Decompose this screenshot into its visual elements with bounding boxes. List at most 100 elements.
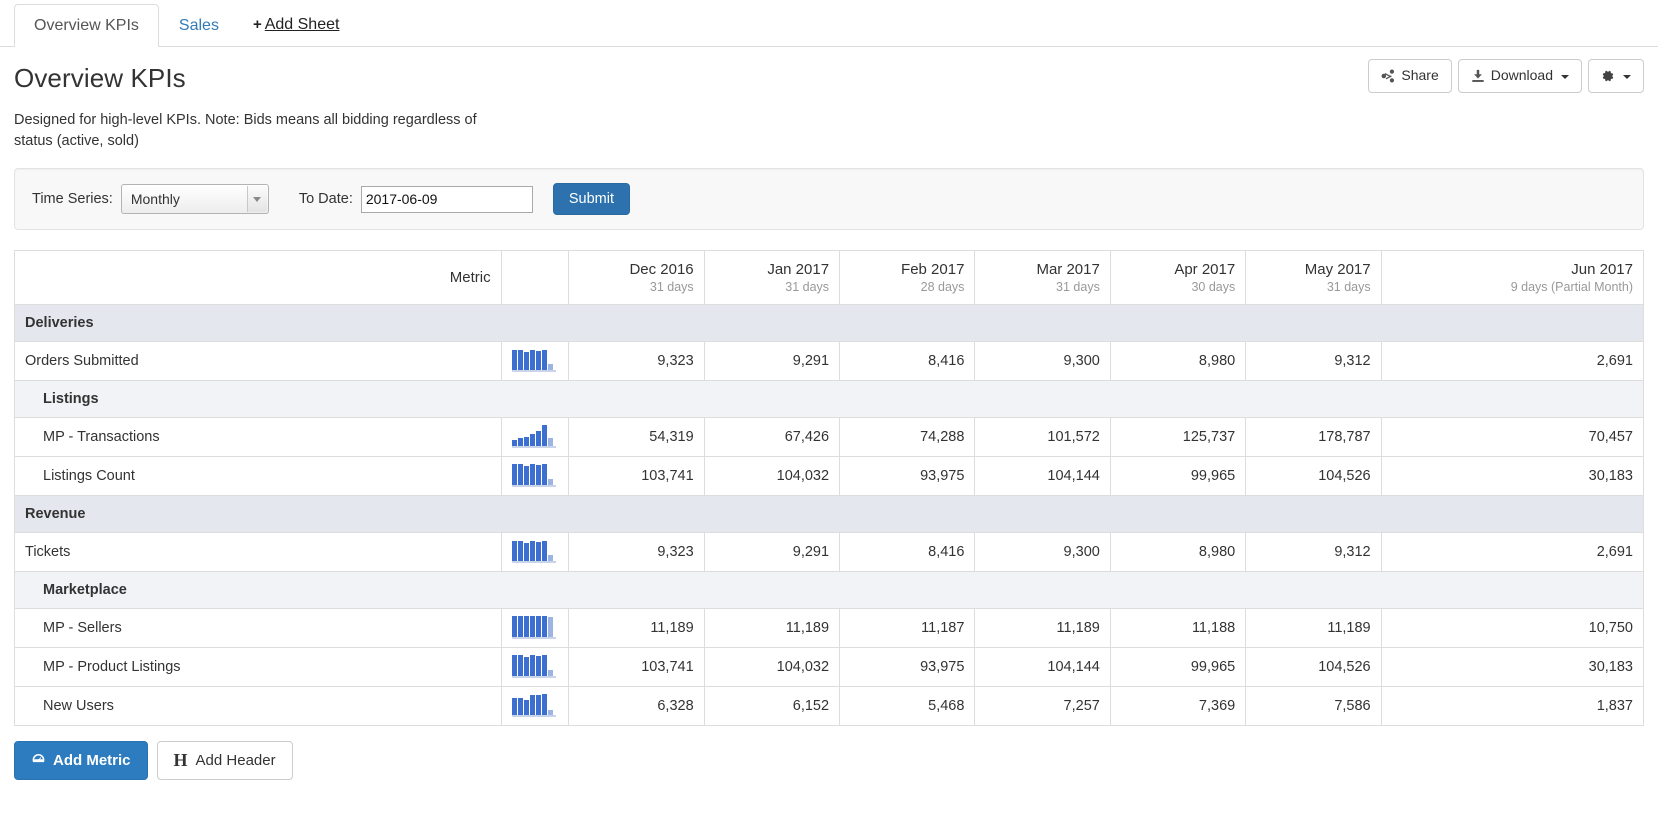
column-header-metric: Metric [14, 250, 502, 306]
sparkline-bar [517, 438, 523, 447]
metric-name: Listings Count [14, 456, 502, 497]
sparkline-bar [511, 698, 517, 716]
heading-icon: H [173, 750, 188, 771]
chevron-down-icon [246, 186, 267, 213]
metric-value: 7,586 [1245, 686, 1382, 727]
metric-name: Tickets [14, 532, 502, 573]
sparkline-bar [523, 657, 529, 677]
add-sheet-button[interactable]: + Add Sheet [239, 5, 350, 46]
column-header-month: Feb 2017 28 days [839, 250, 976, 306]
column-header-month: Dec 2016 31 days [568, 250, 705, 306]
sparkline-bar [547, 670, 553, 677]
submit-button[interactable]: Submit [552, 183, 630, 216]
page-header: Overview KPIs Designed for high-level KP… [14, 47, 1644, 152]
sparkline-bar [541, 655, 547, 677]
metric-value: 8,416 [839, 532, 976, 573]
group-label: Listings [14, 380, 1644, 419]
column-header-month: Jun 2017 9 days (Partial Month) [1380, 250, 1645, 306]
filter-panel: Time Series: Monthly To Date: Submit [14, 168, 1644, 231]
sparkline-bar [517, 541, 523, 562]
metric-value: 8,980 [1109, 341, 1247, 382]
metric-value: 101,572 [974, 417, 1111, 458]
sparkline-bar [511, 350, 517, 371]
metric-name: MP - Transactions [14, 417, 502, 458]
month-days: 31 days [649, 280, 694, 295]
sparkline-bar [535, 465, 541, 486]
table-group-row: Deliveries [14, 304, 1644, 343]
add-sheet-label: Add Sheet [264, 16, 340, 33]
table-row[interactable]: New Users 6,328 6,152 5,468 7,257 7,369 7,586 1… [14, 686, 1645, 727]
sparkline-bar [535, 695, 541, 716]
metric-value: 7,257 [974, 686, 1111, 727]
group-label: Deliveries [14, 304, 1644, 343]
sparkline-bar [529, 655, 535, 677]
metric-value: 99,965 [1109, 456, 1247, 497]
table-row[interactable]: Orders Submitted 9,323 9,291 8,416 9,300 8,98… [14, 341, 1645, 382]
metric-value: 9,323 [568, 532, 705, 573]
metric-value: 2,691 [1380, 532, 1645, 573]
page-description: Designed for high-level KPIs. Note: Bids… [14, 112, 477, 150]
sparkline-bar [523, 700, 529, 716]
sparkline-bar [529, 350, 535, 371]
add-header-button[interactable]: H Add Header [156, 741, 293, 781]
sparkline-bar [517, 616, 523, 638]
footer-actions: Add Metric H Add Header [14, 741, 1644, 794]
tab-sales[interactable]: Sales [159, 4, 239, 47]
metric-header-label: Metric [449, 269, 491, 287]
sparkline-bar [517, 698, 523, 716]
metric-value: 8,416 [839, 341, 976, 382]
sparkline-chart [500, 341, 570, 382]
month-days: 31 days [1056, 280, 1100, 295]
sparkline-bar [547, 555, 553, 562]
sparkline-bar [523, 543, 529, 562]
table-row[interactable]: MP - Sellers 11,189 11,189 11,187 11,189 11,1… [14, 608, 1645, 649]
month-name: Apr 2017 [1174, 261, 1236, 279]
table-group-row: Revenue [14, 495, 1644, 534]
header-actions: Share Download [1368, 59, 1644, 93]
metric-value: 8,980 [1109, 532, 1247, 573]
metric-value: 67,426 [703, 417, 841, 458]
metric-value: 99,965 [1109, 647, 1247, 688]
sparkline-chart [500, 686, 570, 727]
month-name: Feb 2017 [901, 261, 965, 279]
sparkline-bar [535, 542, 541, 562]
column-header-month: May 2017 31 days [1245, 250, 1382, 306]
add-metric-button[interactable]: Add Metric [14, 741, 148, 781]
table-row[interactable]: MP - Transactions 54,319 67,426 74,288 101,5… [14, 417, 1645, 458]
column-header-month: Jan 2017 31 days [703, 250, 841, 306]
to-date-input[interactable] [360, 185, 533, 213]
metric-value: 9,323 [568, 341, 705, 382]
sparkline-chart [500, 532, 570, 573]
tab-label: Sales [178, 16, 219, 34]
metric-value: 11,189 [703, 608, 841, 649]
metric-name: MP - Sellers [14, 608, 502, 649]
metric-value: 9,291 [703, 341, 841, 382]
download-button[interactable]: Download [1457, 59, 1582, 93]
time-series-select[interactable]: Monthly [120, 184, 269, 215]
month-name: Dec 2016 [629, 261, 694, 279]
month-days: 30 days [1191, 280, 1236, 295]
time-series-value: Monthly [130, 191, 180, 208]
kpi-header-row: Metric Dec 2016 31 days Jan 2017 31 days Feb… [14, 250, 1645, 306]
metric-value: 11,189 [974, 608, 1111, 649]
metric-name: MP - Product Listings [14, 647, 502, 688]
share-icon [1381, 69, 1395, 83]
tab-overview-kpis[interactable]: Overview KPIs [14, 3, 159, 47]
speedometer-icon [31, 751, 46, 770]
metric-value: 104,144 [974, 456, 1111, 497]
metric-value: 7,369 [1109, 686, 1247, 727]
settings-button[interactable] [1588, 59, 1644, 93]
table-row[interactable]: Tickets 9,323 9,291 8,416 9,300 8,980 9,312 2,6… [14, 532, 1645, 573]
month-name: Jan 2017 [767, 261, 830, 279]
add-header-label: Add Header [195, 752, 276, 770]
share-button[interactable]: Share [1368, 59, 1452, 93]
metric-value: 11,189 [1245, 608, 1382, 649]
add-metric-label: Add Metric [53, 752, 131, 770]
sparkline-bar [523, 616, 529, 638]
table-row[interactable]: Listings Count 103,741 104,032 93,975 104,14… [14, 456, 1645, 497]
metric-value: 93,975 [839, 647, 976, 688]
plus-icon: + [252, 16, 262, 33]
download-icon [1471, 69, 1485, 83]
table-row[interactable]: MP - Product Listings 103,741 104,032 93,97… [14, 647, 1645, 688]
time-series-label: Time Series: [32, 191, 113, 208]
